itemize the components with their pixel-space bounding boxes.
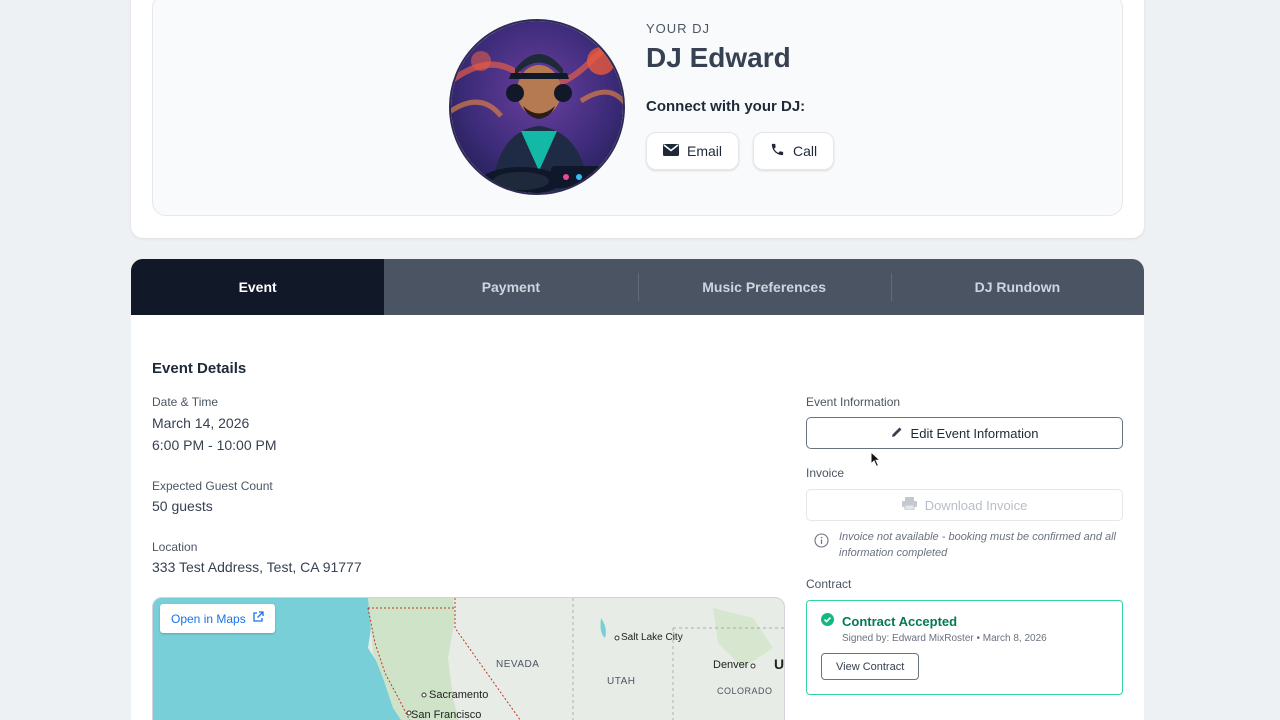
tab-payment[interactable]: Payment [384, 259, 637, 315]
location-label: Location [152, 540, 198, 554]
tab-bar: Event Payment Music Preferences DJ Rundo… [131, 259, 1144, 315]
external-link-icon [252, 611, 264, 626]
map-city-sacramento: Sacramento [429, 689, 489, 701]
dj-info: YOUR DJ DJ Edward Connect with your DJ: … [646, 21, 835, 170]
call-button[interactable]: Call [753, 132, 835, 170]
event-date: March 14, 2026 [152, 415, 250, 431]
invoice-note: Invoice not available - booking must be … [806, 529, 1123, 561]
tab-dj-rundown[interactable]: DJ Rundown [890, 259, 1144, 315]
contract-status-label: Contract Accepted [842, 613, 958, 629]
download-invoice-button[interactable]: Download Invoice [806, 489, 1123, 521]
dj-card: YOUR DJ DJ Edward Connect with your DJ: … [131, 0, 1144, 238]
event-panel: Event Details Date & Time March 14, 2026… [131, 315, 1144, 720]
connect-label: Connect with your DJ: [646, 98, 806, 115]
phone-icon [770, 142, 785, 160]
guest-count-label: Expected Guest Count [152, 479, 273, 493]
map-city-salt-lake: Salt Lake City [621, 632, 683, 643]
mail-icon [663, 143, 679, 159]
location-value: 333 Test Address, Test, CA 91777 [152, 559, 362, 575]
map-label-nevada: NEVADA [496, 659, 540, 670]
contract-label: Contract [806, 577, 852, 591]
edit-event-button[interactable]: Edit Event Information [806, 417, 1123, 449]
pencil-icon [891, 426, 903, 441]
event-details-title: Event Details [152, 360, 247, 377]
guest-count-value: 50 guests [152, 498, 213, 514]
invoice-note-text: Invoice not available - booking must be … [839, 531, 1116, 559]
contract-signed-by: Signed by: Edward MixRoster • March 8, 2… [842, 633, 1047, 644]
dj-avatar [449, 19, 625, 195]
tab-music-preferences[interactable]: Music Preferences [637, 259, 891, 315]
event-sidebar: Event Information Edit Event Information… [806, 395, 1123, 695]
map-label-colorado: COLORADO [717, 686, 773, 696]
download-invoice-label: Download Invoice [924, 497, 1028, 513]
location-map[interactable]: Open in Maps NEVADA UTAH COLORADO Salt L… [152, 597, 785, 720]
mouse-cursor-icon [870, 450, 882, 473]
date-time-label: Date & Time [152, 395, 219, 409]
event-information-label: Event Information [806, 395, 901, 409]
email-button[interactable]: Email [646, 132, 740, 170]
email-button-label: Email [687, 143, 723, 159]
contact-buttons: Email Call [646, 132, 835, 170]
contract-status: Contract Accepted [821, 613, 1108, 629]
dj-eyebrow: YOUR DJ [646, 21, 711, 36]
event-time: 6:00 PM - 10:00 PM [152, 437, 277, 453]
edit-event-label: Edit Event Information [910, 425, 1039, 441]
view-contract-button[interactable]: View Contract [821, 653, 920, 680]
invoice-label: Invoice [806, 466, 845, 480]
check-circle-icon [821, 613, 834, 629]
map-city-denver: Denver [713, 659, 749, 671]
dj-name: DJ Edward [646, 42, 791, 73]
contract-card: Contract Accepted Signed by: Edward MixR… [806, 600, 1123, 695]
call-button-label: Call [793, 143, 818, 159]
printer-icon [901, 497, 917, 513]
map-city-san-francisco: San Francisco [411, 709, 482, 720]
event-details: Date & Time March 14, 2026 6:00 PM - 10:… [152, 395, 362, 575]
open-in-maps-label: Open in Maps [171, 611, 246, 626]
dj-panel: YOUR DJ DJ Edward Connect with your DJ: … [152, 0, 1123, 216]
open-in-maps-button[interactable]: Open in Maps [160, 604, 275, 633]
info-icon [814, 533, 829, 561]
map-label-utah: UTAH [607, 676, 636, 687]
map-edge-label: U [774, 656, 785, 672]
tab-event[interactable]: Event [131, 259, 385, 315]
